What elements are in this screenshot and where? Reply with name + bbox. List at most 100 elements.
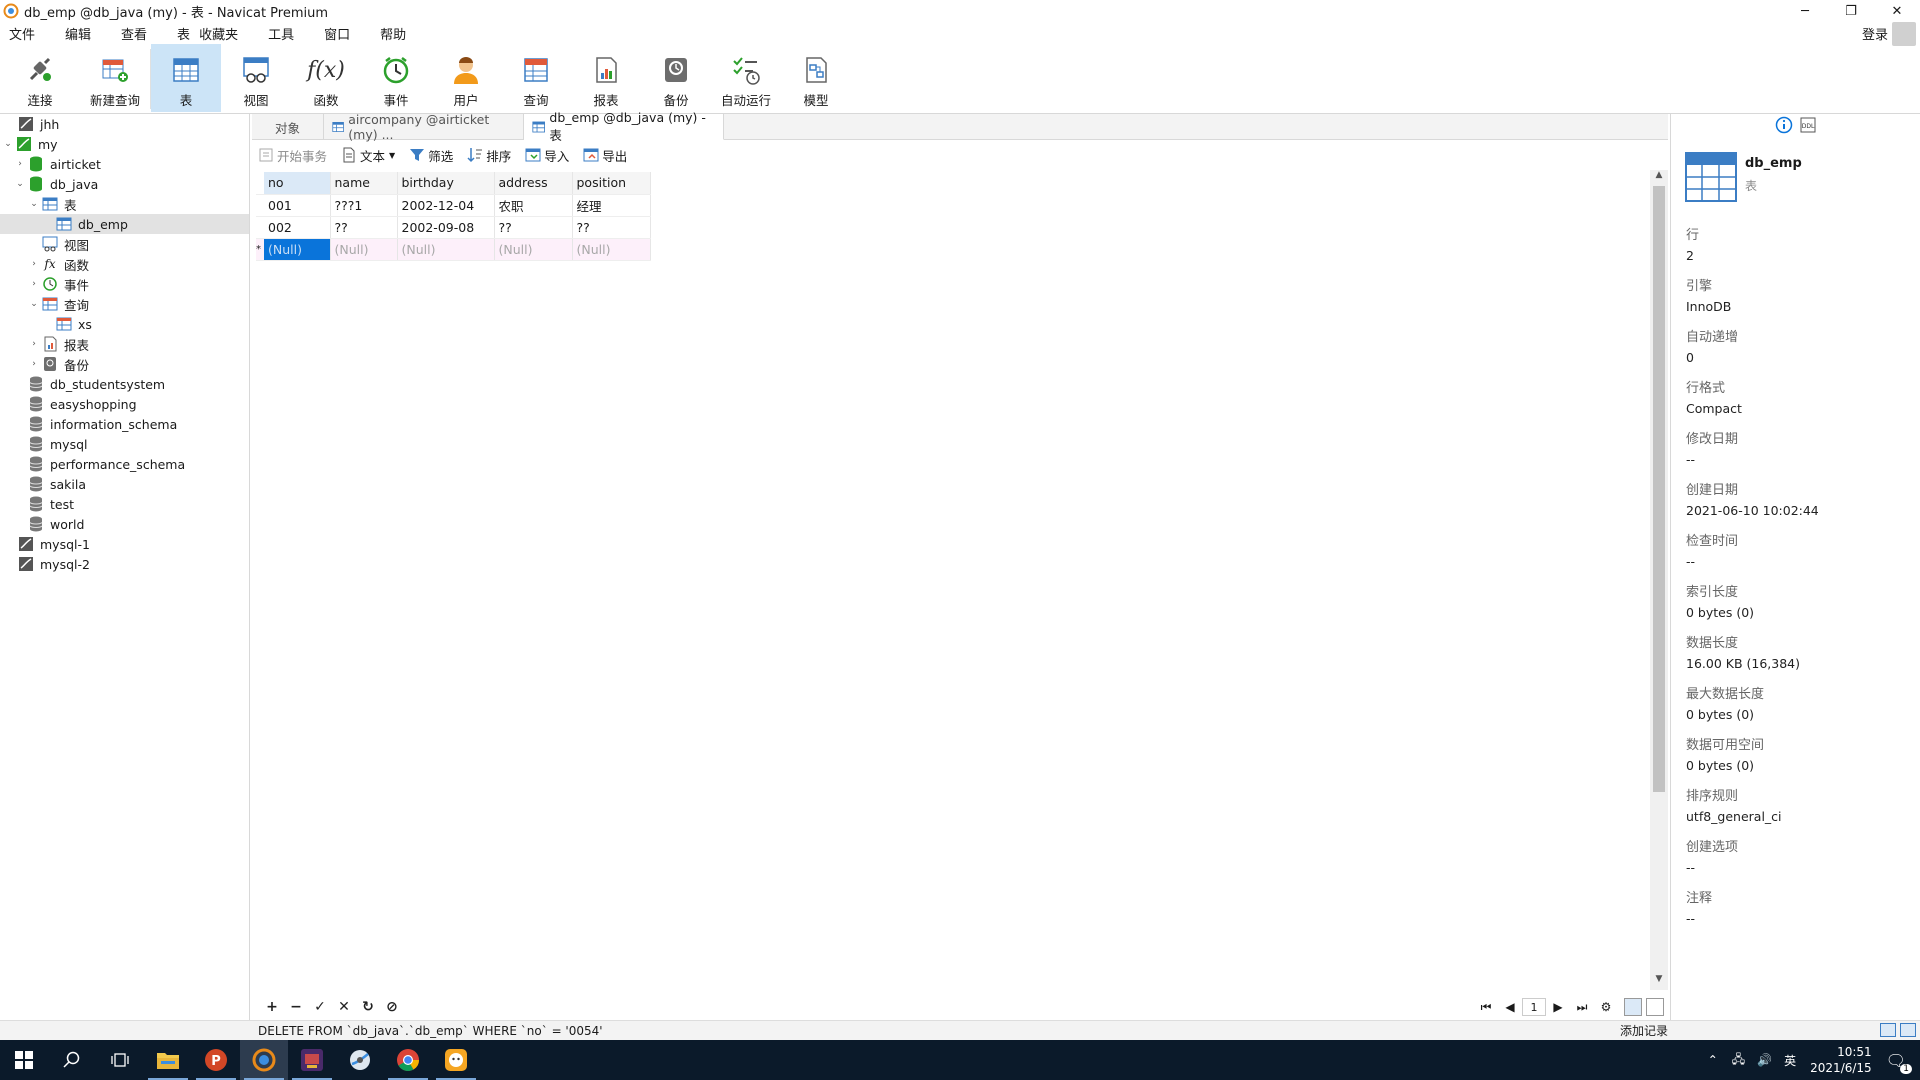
first-page-icon[interactable]: ⏮ (1474, 1000, 1498, 1015)
new-query-button[interactable]: 新建查询 (80, 44, 150, 112)
column-header-address[interactable]: address (494, 172, 573, 195)
tree-db-information-schema[interactable]: information_schema (0, 414, 249, 434)
column-header-position[interactable]: position (572, 172, 651, 195)
menu-window[interactable]: 窗口 (315, 24, 359, 43)
chevron-right-icon[interactable]: › (28, 279, 40, 289)
sort-button[interactable]: 排序 (467, 146, 511, 165)
tree-node-functions[interactable]: › fx 函数 (0, 254, 249, 274)
scroll-down-icon[interactable]: ▼ (1650, 974, 1668, 990)
cell-birthday-null[interactable]: (Null) (397, 238, 495, 261)
cell-birthday[interactable]: 2002-09-08 (397, 216, 495, 239)
tree-node-events[interactable]: › 事件 (0, 274, 249, 294)
cell-name[interactable]: ?? (330, 216, 398, 239)
tree-node-views[interactable]: 视图 (0, 234, 249, 254)
tree-db-test[interactable]: test (0, 494, 249, 514)
caret-down-icon[interactable]: ▼ (389, 151, 395, 160)
tree-db-java[interactable]: ⌄ db_java (0, 174, 249, 194)
column-header-name[interactable]: name (330, 172, 398, 195)
taskbar-app-wheel[interactable] (336, 1040, 384, 1080)
task-view-button[interactable] (96, 1040, 144, 1080)
tree-conn-mysql-1[interactable]: mysql-1 (0, 534, 249, 554)
minimize-button[interactable]: ─ (1782, 0, 1828, 22)
chevron-right-icon[interactable]: › (28, 339, 40, 349)
automation-button[interactable]: 自动运行 (711, 44, 781, 112)
taskbar-app-purple[interactable] (288, 1040, 336, 1080)
cell-no[interactable]: 001 (264, 194, 331, 217)
chevron-right-icon[interactable]: › (28, 259, 40, 269)
info-tab-ddl[interactable]: DDL (1799, 116, 1817, 134)
taskbar-chrome[interactable] (384, 1040, 432, 1080)
menu-help[interactable]: 帮助 (371, 24, 415, 43)
tab-objects[interactable]: 对象 (252, 114, 324, 140)
column-header-no[interactable]: no (264, 172, 331, 195)
cell-name-null[interactable]: (Null) (330, 238, 398, 261)
avatar[interactable] (1892, 22, 1916, 46)
delete-record-button[interactable]: − (284, 999, 308, 1015)
backup-button[interactable]: 备份 (641, 44, 711, 112)
taskbar-powerpoint[interactable]: P (192, 1040, 240, 1080)
menu-view[interactable]: 查看 (112, 24, 156, 43)
taskbar-navicat[interactable] (240, 1040, 288, 1080)
tree-query-xs[interactable]: xs (0, 314, 249, 334)
tree-db-world[interactable]: world (0, 514, 249, 534)
chevron-down-icon[interactable]: ⌄ (2, 139, 14, 149)
chevron-down-icon[interactable]: ⌄ (28, 199, 40, 209)
queries-button[interactable]: 查询 (501, 44, 571, 112)
taskbar-clock[interactable]: 10:51 2021/6/15 (1810, 1044, 1872, 1076)
cell-address[interactable]: 农职 (494, 194, 573, 217)
restore-button[interactable]: ❐ (1828, 0, 1874, 22)
views-button[interactable]: 视图 (221, 44, 291, 112)
close-button[interactable]: ✕ (1874, 0, 1920, 22)
tree-conn-my[interactable]: ⌄ my (0, 134, 249, 154)
tree-table-db-emp[interactable]: db_emp (0, 214, 249, 234)
chevron-right-icon[interactable]: › (28, 359, 40, 369)
apply-changes-button[interactable]: ✓ (308, 999, 332, 1015)
last-page-icon[interactable]: ⏭ (1570, 1000, 1594, 1015)
next-page-icon[interactable]: ▶ (1546, 1000, 1570, 1014)
cell-position[interactable]: ?? (572, 216, 651, 239)
tree-node-tables[interactable]: ⌄ 表 (0, 194, 249, 214)
tree-conn-jhh[interactable]: jhh (0, 114, 249, 134)
refresh-button[interactable]: ↻ (356, 999, 380, 1015)
tree-node-backups[interactable]: › 备份 (0, 354, 249, 374)
scroll-up-icon[interactable]: ▲ (1650, 170, 1668, 186)
chevron-right-icon[interactable]: › (14, 159, 26, 169)
tree-db-studentsystem[interactable]: db_studentsystem (0, 374, 249, 394)
chevron-down-icon[interactable]: ⌄ (28, 299, 40, 309)
info-tab-general[interactable] (1775, 116, 1793, 134)
stop-button[interactable]: ⊘ (380, 999, 404, 1015)
previous-page-icon[interactable]: ◀ (1498, 1000, 1522, 1014)
tab-db-emp[interactable]: db_emp @db_java (my) - 表 (524, 110, 724, 143)
connect-button[interactable]: 连接 (0, 44, 80, 112)
tree-node-queries[interactable]: ⌄ 查询 (0, 294, 249, 314)
tab-aircompany[interactable]: aircompany @airticket (my) ... (324, 112, 524, 142)
scroll-thumb[interactable] (1653, 186, 1665, 792)
functions-button[interactable]: f(x) 函数 (291, 44, 361, 112)
events-button[interactable]: 事件 (361, 44, 431, 112)
table-row[interactable]: 002 ?? 2002-09-08 ?? ?? (256, 216, 651, 239)
volume-icon[interactable]: 🔊 (1757, 1053, 1772, 1067)
cell-no-editing[interactable]: (Null) (264, 238, 331, 261)
cell-position-null[interactable]: (Null) (572, 238, 651, 261)
form-view-button[interactable] (1646, 998, 1664, 1016)
ime-indicator[interactable]: 英 (1784, 1052, 1796, 1069)
info-panel-toggle-icon[interactable] (1900, 1023, 1916, 1037)
add-record-button[interactable]: + (260, 999, 284, 1015)
menu-tools[interactable]: 工具 (259, 24, 303, 43)
tree-conn-mysql-2[interactable]: mysql-2 (0, 554, 249, 574)
menu-edit[interactable]: 编辑 (56, 24, 100, 43)
tables-button[interactable]: 表 (151, 44, 221, 112)
tree-node-reports[interactable]: › 报表 (0, 334, 249, 354)
chevron-up-icon[interactable]: ⌃ (1708, 1053, 1718, 1067)
gear-icon[interactable]: ⚙ (1594, 1000, 1618, 1014)
taskbar-file-explorer[interactable] (144, 1040, 192, 1080)
login-link[interactable]: 登录 (1862, 24, 1888, 43)
import-button[interactable]: 导入 (525, 146, 569, 165)
column-header-birthday[interactable]: birthday (397, 172, 495, 195)
grid-view-button[interactable] (1624, 998, 1642, 1016)
row-header[interactable] (256, 216, 264, 239)
start-button[interactable] (0, 1040, 48, 1080)
menu-table[interactable]: 表 (168, 24, 190, 43)
discard-changes-button[interactable]: ✕ (332, 999, 356, 1015)
tree-db-mysql[interactable]: mysql (0, 434, 249, 454)
